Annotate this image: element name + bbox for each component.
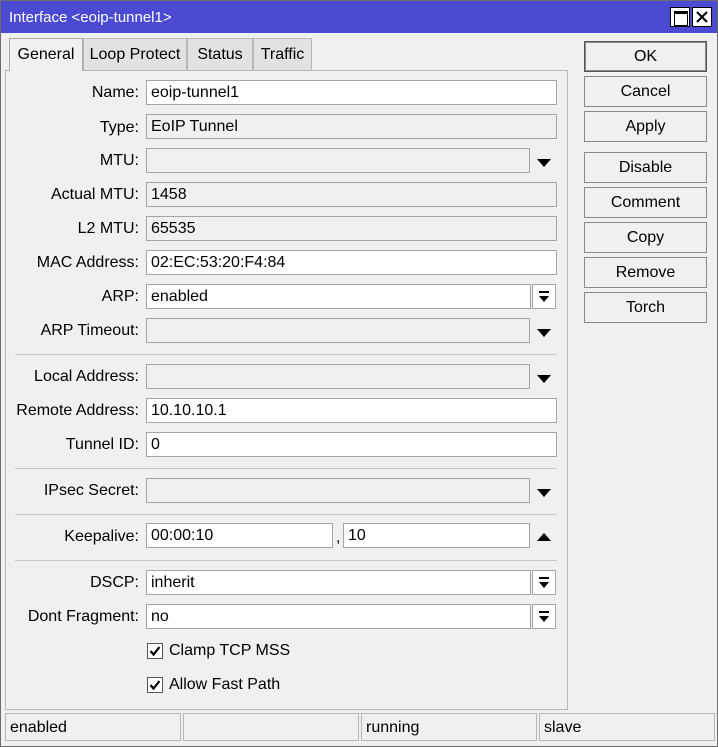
arp-timeout-expand-icon[interactable] [536, 324, 552, 340]
close-icon[interactable] [692, 7, 712, 27]
name-field[interactable]: eoip-tunnel1 [146, 80, 557, 105]
interface-window: Interface <eoip-tunnel1> General Loop Pr… [0, 0, 718, 747]
arp-select[interactable]: enabled [146, 284, 531, 309]
local-address-label: Local Address: [34, 368, 139, 385]
dropdown-arrow-icon [539, 577, 549, 588]
mac-address-field[interactable]: 02:EC:53:20:F4:84 [146, 250, 557, 275]
ipsec-secret-expand-icon[interactable] [536, 484, 552, 500]
section-divider [15, 514, 557, 515]
maximize-icon[interactable] [670, 7, 690, 27]
disable-button[interactable]: Disable [584, 152, 707, 183]
ipsec-secret-label: IPsec Secret: [43, 482, 139, 499]
arp-timeout-field[interactable] [146, 318, 530, 343]
mtu-label: MTU: [99, 152, 139, 169]
dscp-select[interactable]: inherit [146, 570, 531, 595]
dont-fragment-dropdown-button[interactable] [532, 604, 556, 629]
arp-label: ARP: [101, 288, 139, 305]
status-empty [183, 713, 359, 741]
remote-address-label: Remote Address: [16, 402, 139, 419]
mtu-field[interactable] [146, 148, 530, 173]
l2-mtu-value: 65535 [146, 216, 557, 241]
clamp-tcp-mss-checkbox[interactable] [147, 643, 163, 659]
title-bar[interactable]: Interface <eoip-tunnel1> [1, 1, 717, 33]
remote-address-field[interactable]: 10.10.10.1 [146, 398, 557, 423]
section-divider [15, 560, 557, 561]
cancel-button[interactable]: Cancel [584, 76, 707, 107]
mtu-expand-icon[interactable] [536, 154, 552, 170]
keepalive-retries-field[interactable]: 10 [343, 523, 530, 548]
status-bar: enabled running slave [5, 713, 715, 743]
type-value: EoIP Tunnel [146, 114, 557, 139]
type-label: Type: [99, 119, 139, 136]
tab-loop-protect[interactable]: Loop Protect [83, 38, 187, 70]
keepalive-separator: , [336, 529, 341, 546]
actual-mtu-label: Actual MTU: [50, 186, 139, 203]
ok-button[interactable]: OK [584, 41, 707, 72]
ipsec-secret-field[interactable] [146, 478, 530, 503]
copy-button[interactable]: Copy [584, 222, 707, 253]
arp-dropdown-button[interactable] [532, 284, 556, 309]
name-label: Name: [91, 84, 139, 101]
remove-button[interactable]: Remove [584, 257, 707, 288]
tunnel-id-label: Tunnel ID: [65, 436, 139, 453]
dont-fragment-select[interactable]: no [146, 604, 531, 629]
status-enabled: enabled [5, 713, 181, 741]
dropdown-arrow-icon [539, 291, 549, 302]
local-address-expand-icon[interactable] [536, 370, 552, 386]
local-address-field[interactable] [146, 364, 530, 389]
keepalive-collapse-icon[interactable] [536, 530, 552, 546]
dscp-label: DSCP: [90, 574, 139, 591]
clamp-tcp-mss-label[interactable]: Clamp TCP MSS [169, 642, 290, 660]
window-title: Interface <eoip-tunnel1> [9, 9, 172, 26]
arp-timeout-label: ARP Timeout: [40, 322, 139, 339]
allow-fast-path-checkbox[interactable] [147, 677, 163, 693]
tab-traffic[interactable]: Traffic [253, 38, 312, 70]
dscp-dropdown-button[interactable] [532, 570, 556, 595]
tab-status[interactable]: Status [187, 38, 253, 70]
keepalive-label: Keepalive: [64, 528, 139, 545]
dropdown-arrow-icon [539, 611, 549, 622]
section-divider [15, 468, 557, 469]
dont-fragment-label: Dont Fragment: [27, 608, 139, 625]
tab-general[interactable]: General [9, 38, 83, 71]
status-running: running [361, 713, 537, 741]
apply-button[interactable]: Apply [584, 111, 707, 142]
section-divider [15, 354, 557, 355]
keepalive-interval-field[interactable]: 00:00:10 [146, 523, 333, 548]
checkmark-icon [149, 680, 161, 691]
checkmark-icon [149, 646, 161, 657]
torch-button[interactable]: Torch [584, 292, 707, 323]
comment-button[interactable]: Comment [584, 187, 707, 218]
tunnel-id-field[interactable]: 0 [146, 432, 557, 457]
actual-mtu-value: 1458 [146, 182, 557, 207]
status-slave: slave [539, 713, 715, 741]
allow-fast-path-label[interactable]: Allow Fast Path [169, 676, 280, 694]
mac-address-label: MAC Address: [36, 254, 139, 271]
l2-mtu-label: L2 MTU: [77, 220, 139, 237]
